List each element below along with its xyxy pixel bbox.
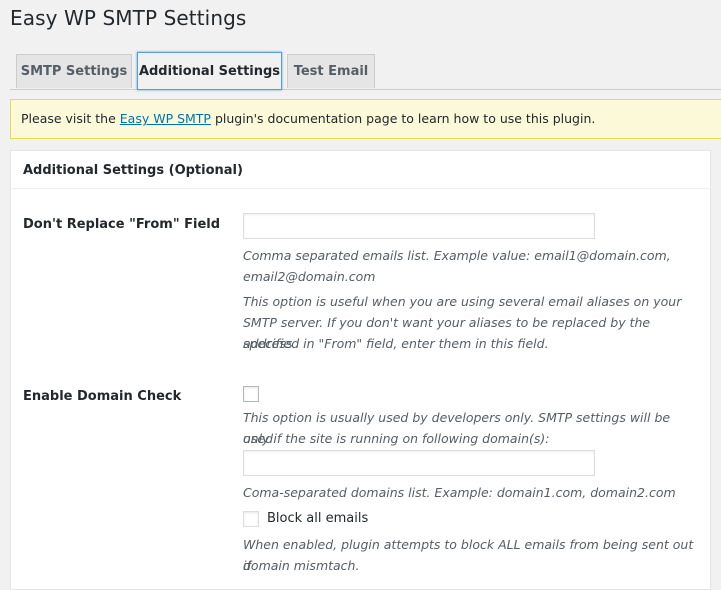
tab-bar: SMTP Settings Additional Settings Test E… [10,52,721,90]
tab-additional-settings[interactable]: Additional Settings [137,52,282,90]
allowed-domains-desc: Coma-separated domains list. Example: do… [243,485,676,500]
dont-replace-from-desc-2-line-3: specified in "From" field, enter them in… [243,336,549,351]
block-all-emails-checkbox[interactable] [243,511,259,527]
dont-replace-from-label: Don't Replace "From" Field [23,217,221,232]
easy-wp-smtp-link[interactable]: Easy WP SMTP [120,111,211,126]
dont-replace-from-desc-1-line-1: Comma separated emails list. Example val… [243,248,671,263]
additional-settings-panel: Additional Settings (Optional) Don't Rep… [10,150,711,590]
dont-replace-from-desc-1-line-2: email2@domain.com [243,269,376,284]
section-title: Additional Settings (Optional) [11,151,710,189]
notice-prefix: Please visit the [21,111,120,126]
notice-suffix: plugin's documentation page to learn how… [210,111,596,126]
domain-check-label: Enable Domain Check [23,389,182,404]
tab-smtp-settings[interactable]: SMTP Settings [16,54,132,88]
tab-test-email[interactable]: Test Email [287,54,375,88]
domain-check-checkbox[interactable] [243,386,259,402]
page-title: Easy WP SMTP Settings [10,6,247,30]
documentation-notice: Please visit the Easy WP SMTP plugin's d… [10,99,721,139]
allowed-domains-input[interactable] [243,450,595,476]
block-all-emails-label: Block all emails [267,511,369,526]
dont-replace-from-desc-2-line-1: This option is useful when you are using… [243,294,682,309]
domain-check-desc-line-2: only if the site is running on following… [243,431,550,446]
dont-replace-from-input[interactable] [243,213,595,239]
